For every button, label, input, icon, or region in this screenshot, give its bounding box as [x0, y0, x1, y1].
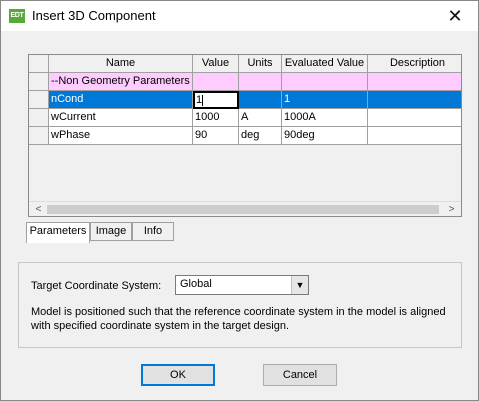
param-units[interactable]	[239, 91, 282, 109]
column-header-evaluated-value[interactable]: Evaluated Value	[282, 55, 368, 73]
param-units[interactable]: deg	[239, 127, 282, 145]
row-header[interactable]	[29, 73, 49, 91]
table-header-row: Name Value Units Evaluated Value Descrip…	[29, 55, 461, 73]
row-header[interactable]	[29, 109, 49, 127]
table-row[interactable]: wCurrent 1000 A 1000A	[29, 109, 461, 127]
value-edit-input[interactable]: 1	[193, 91, 239, 109]
tab-info[interactable]: Info	[132, 222, 174, 241]
column-header-value[interactable]: Value	[193, 55, 239, 73]
corner-cell[interactable]	[29, 55, 49, 73]
param-description[interactable]	[368, 109, 461, 127]
title-bar: EDT Insert 3D Component ✕	[1, 1, 478, 31]
coordinate-system-select[interactable]: Global ▼	[175, 275, 309, 295]
row-header[interactable]	[29, 127, 49, 145]
scrollbar-thumb[interactable]	[47, 205, 439, 214]
table-row[interactable]: nCond 1 1	[29, 91, 461, 109]
text-caret	[202, 94, 204, 106]
group-label: --Non Geometry Parameters	[49, 73, 193, 91]
param-evaluated: 90deg	[282, 127, 368, 145]
param-description[interactable]	[368, 91, 461, 109]
grid-body: Name Value Units Evaluated Value Descrip…	[29, 55, 461, 201]
scroll-right-icon[interactable]: >	[444, 202, 459, 216]
param-description[interactable]	[368, 127, 461, 145]
param-units[interactable]: A	[239, 109, 282, 127]
tab-parameters[interactable]: Parameters	[26, 222, 90, 243]
param-value[interactable]: 90	[193, 127, 239, 145]
ok-button[interactable]: OK	[141, 364, 215, 386]
param-name[interactable]: wPhase	[49, 127, 193, 145]
chevron-down-icon[interactable]: ▼	[291, 276, 308, 294]
positioning-description: Model is positioned such that the refere…	[31, 306, 446, 332]
group-cell-value	[193, 73, 239, 91]
tab-image[interactable]: Image	[90, 222, 132, 241]
cancel-button[interactable]: Cancel	[263, 364, 337, 386]
group-row[interactable]: --Non Geometry Parameters	[29, 73, 461, 91]
group-cell-units	[239, 73, 282, 91]
coordinate-system-value: Global	[180, 278, 212, 290]
column-header-name[interactable]: Name	[49, 55, 193, 73]
row-header[interactable]	[29, 91, 49, 109]
horizontal-scrollbar[interactable]: < >	[29, 201, 461, 216]
table-row[interactable]: wPhase 90 deg 90deg	[29, 127, 461, 145]
scroll-left-icon[interactable]: <	[31, 202, 46, 216]
param-value[interactable]: 1000	[193, 109, 239, 127]
param-evaluated: 1	[282, 91, 368, 109]
window-title: Insert 3D Component	[32, 8, 156, 23]
param-name[interactable]: nCond	[49, 91, 193, 109]
group-cell-description	[368, 73, 461, 91]
column-header-units[interactable]: Units	[239, 55, 282, 73]
dialog-window: EDT Insert 3D Component ✕ Name Value Uni…	[0, 0, 479, 401]
close-icon: ✕	[447, 6, 463, 26]
app-icon: EDT	[9, 9, 25, 23]
group-cell-evaluated	[282, 73, 368, 91]
column-header-description[interactable]: Description	[368, 55, 461, 73]
target-coordinate-label: Target Coordinate System:	[31, 280, 162, 292]
parameters-grid: Name Value Units Evaluated Value Descrip…	[28, 54, 462, 217]
close-button[interactable]: ✕	[432, 1, 478, 31]
param-evaluated: 1000A	[282, 109, 368, 127]
param-name[interactable]: wCurrent	[49, 109, 193, 127]
